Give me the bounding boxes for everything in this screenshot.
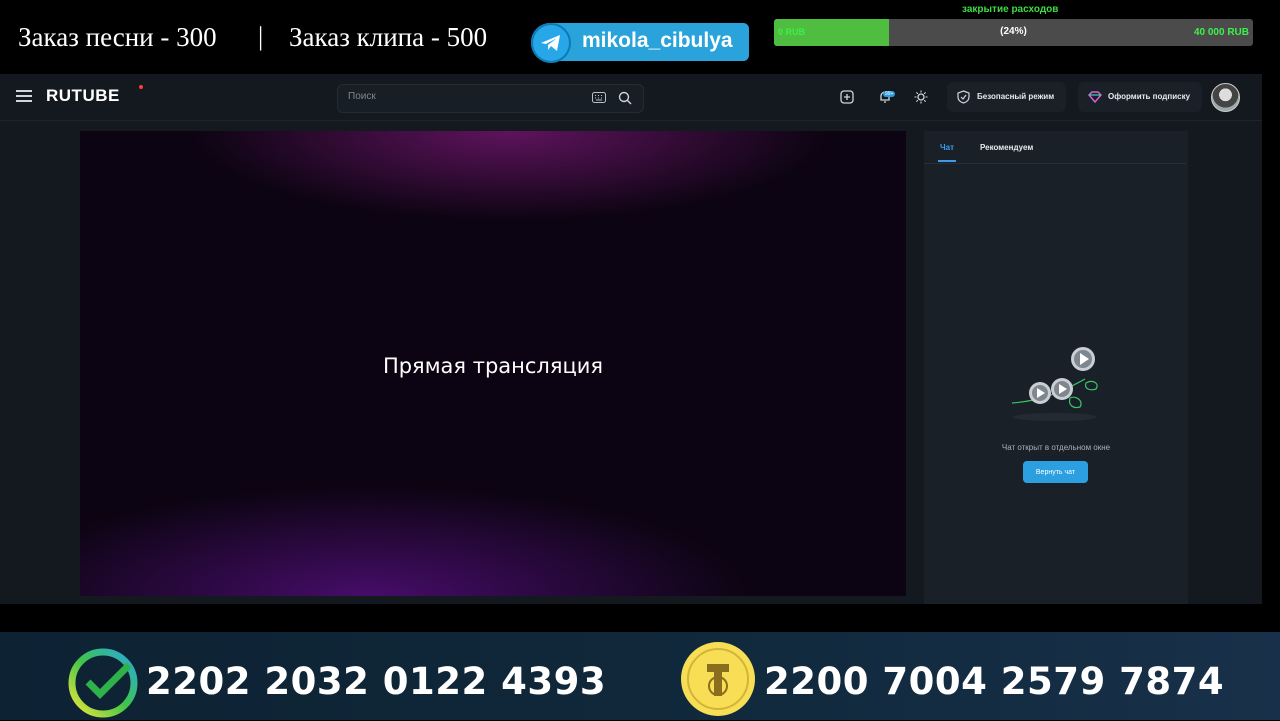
chat-tabs: Чат Рекомендуем bbox=[924, 131, 1186, 164]
return-chat-button[interactable]: Вернуть чат bbox=[1023, 461, 1088, 483]
keyboard-icon[interactable] bbox=[592, 92, 606, 103]
video-player[interactable]: Прямая трансляция bbox=[80, 131, 906, 596]
tinkoff-card-number: 2200 7004 2579 7874 bbox=[764, 660, 1225, 703]
safe-mode-label: Безопасный режим bbox=[977, 92, 1055, 101]
tab-chat[interactable]: Чат bbox=[940, 143, 954, 152]
subscribe-label: Оформить подписку bbox=[1108, 92, 1191, 101]
goal-title: закрытие расходов bbox=[962, 4, 1059, 15]
goal-percent-label: (24%) bbox=[1000, 26, 1027, 37]
diamond-icon bbox=[1088, 91, 1102, 103]
sber-logo-icon bbox=[68, 648, 138, 718]
search-icon[interactable] bbox=[618, 91, 632, 105]
tab-recommended[interactable]: Рекомендуем bbox=[980, 143, 1033, 152]
telegram-icon bbox=[531, 23, 571, 63]
tab-chat-underline bbox=[938, 160, 956, 162]
live-broadcast-text: Прямая трансляция bbox=[382, 354, 604, 378]
rutube-header: RUTUBE 99+ Безопасный режим Оформить под… bbox=[0, 74, 1262, 121]
sber-card-number: 2202 2032 0122 4393 bbox=[146, 660, 607, 703]
telegram-handle: mikola_cibulya bbox=[582, 29, 733, 52]
add-video-icon[interactable] bbox=[840, 90, 854, 104]
promo-separator: | bbox=[258, 22, 264, 51]
search-box bbox=[337, 84, 644, 113]
subscribe-button[interactable]: Оформить подписку bbox=[1078, 82, 1202, 112]
rutube-logo[interactable]: RUTUBE bbox=[46, 86, 120, 106]
shield-icon bbox=[957, 90, 970, 104]
search-input[interactable] bbox=[346, 90, 580, 103]
notifications-badge: 99+ bbox=[883, 91, 896, 97]
hamburger-menu-icon[interactable] bbox=[16, 90, 32, 102]
safe-mode-button[interactable]: Безопасный режим bbox=[947, 82, 1066, 112]
tinkoff-logo-icon bbox=[681, 642, 755, 716]
logo-dot bbox=[139, 85, 143, 89]
chat-illustration-icon bbox=[1011, 347, 1098, 421]
telegram-badge: mikola_cibulya bbox=[531, 23, 749, 63]
goal-end-label: 40 000 RUB bbox=[1193, 27, 1249, 38]
promo-song-text: Заказ песни - 300 bbox=[18, 22, 217, 52]
promo-clip-text: Заказ клипа - 500 bbox=[289, 22, 488, 52]
sun-icon[interactable] bbox=[914, 90, 928, 104]
chat-panel: Чат Рекомендуем Чат открыт в отдельном о… bbox=[924, 131, 1188, 604]
user-avatar[interactable] bbox=[1211, 83, 1240, 112]
chat-status-message: Чат открыт в отдельном окне bbox=[1001, 443, 1111, 452]
rutube-window: RUTUBE 99+ Безопасный режим Оформить под… bbox=[0, 74, 1262, 604]
goal-progress-bar: 0 RUB (24%) 40 000 RUB bbox=[774, 19, 1253, 46]
payment-banner: 2202 2032 0122 4393 2200 7004 2579 7874 bbox=[0, 632, 1280, 720]
stream-overlay-top: Заказ песни - 300 | Заказ клипа - 500 mi… bbox=[0, 0, 1280, 74]
